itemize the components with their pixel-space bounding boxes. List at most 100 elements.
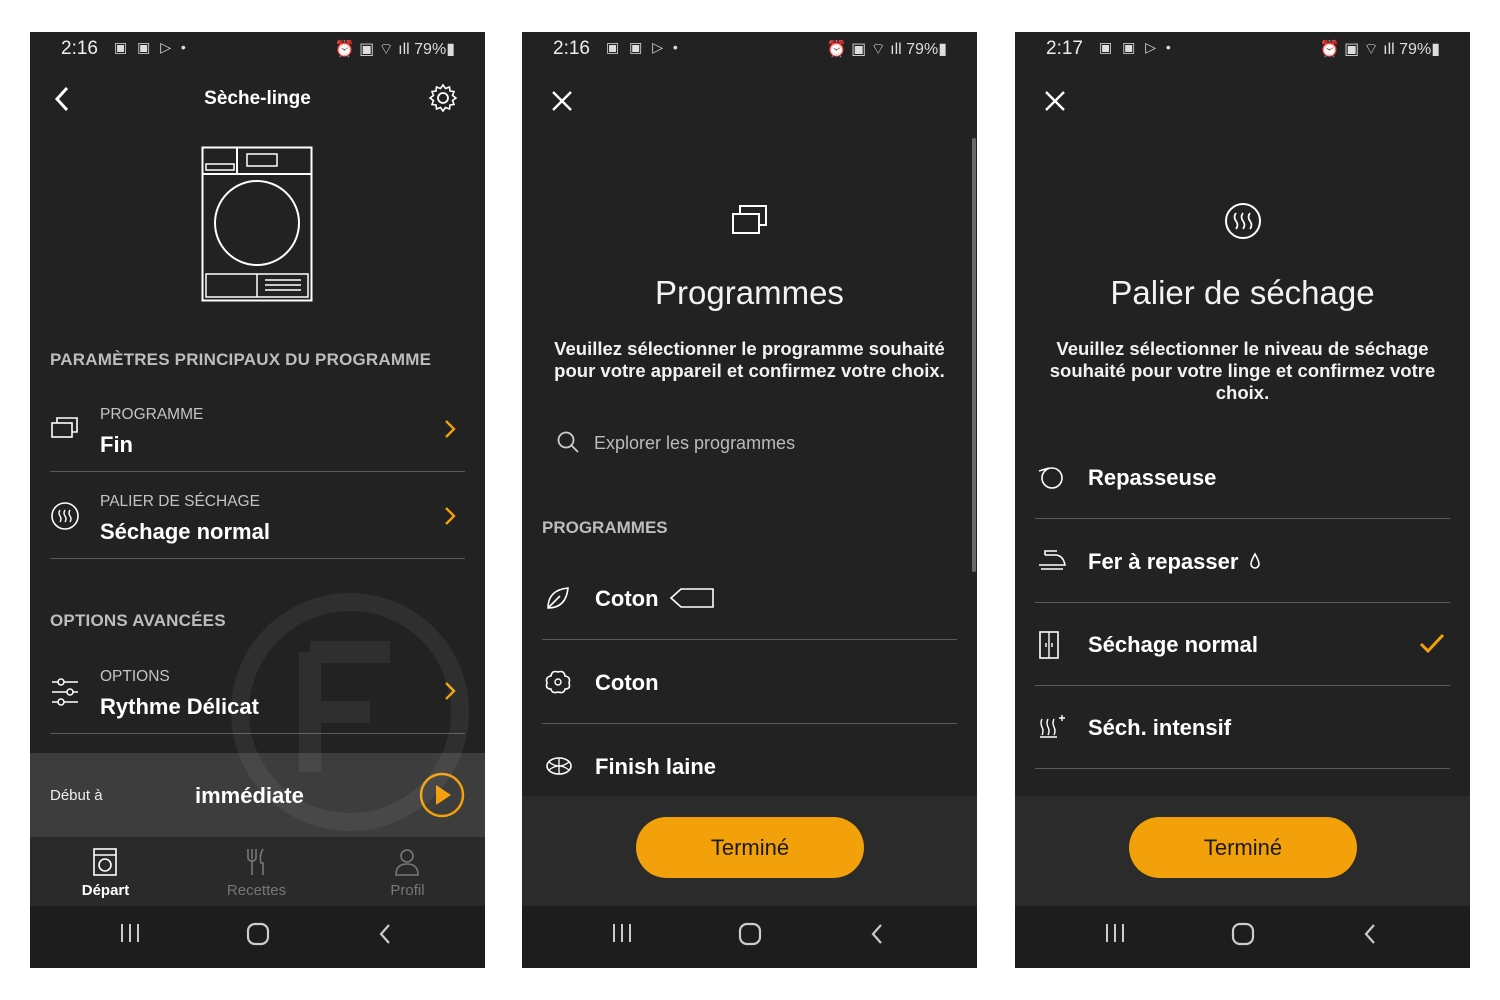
list-item-coton[interactable]: Coton bbox=[542, 640, 957, 724]
start-value[interactable]: immédiate bbox=[195, 783, 304, 809]
bottom-panel: Terminé bbox=[1015, 796, 1470, 906]
tab-depart-label: Départ bbox=[81, 882, 130, 899]
status-time: 2:16 bbox=[553, 38, 590, 59]
checkmark-icon bbox=[1419, 633, 1445, 654]
battery-level: 79% bbox=[906, 41, 939, 58]
system-nav-bar bbox=[1015, 906, 1470, 968]
status-right: ⏰ ▣ ⌔ ıll 79%▮ bbox=[826, 41, 947, 58]
programs-list-header: PROGRAMMES bbox=[542, 518, 668, 537]
status-bar: 2:16 ▣ ▣ ▷ • ⏰ ▣ ⌔ ıll 79%▮ bbox=[30, 32, 485, 66]
main-params-header: PARAMÈTRES PRINCIPAUX DU PROGRAMME bbox=[50, 350, 432, 369]
home-icon[interactable] bbox=[738, 922, 762, 946]
wardrobe-icon bbox=[1039, 631, 1059, 659]
screen-programs: 2:16 ▣ ▣ ▷ • ⏰ ▣ ⌔ ıll 79%▮ Programmes V… bbox=[522, 32, 977, 968]
drying-item-label: Séch. intensif bbox=[1088, 715, 1232, 740]
cutlery-icon bbox=[247, 848, 264, 875]
list-item-repasseuse[interactable]: Repasseuse bbox=[1035, 435, 1450, 519]
system-back-icon[interactable] bbox=[869, 922, 885, 946]
list-item-sechage-normal[interactable]: Séchage normal bbox=[1035, 602, 1450, 686]
system-nav-bar bbox=[522, 906, 977, 968]
sliders-icon bbox=[52, 678, 78, 706]
screen-dryer-overview: 2:16 ▣ ▣ ▷ • ⏰ ▣ ⌔ ıll 79%▮ Sèche-linge … bbox=[30, 32, 485, 968]
status-bar: 2:17 ▣ ▣ ▷ • ⏰ ▣ ⌔ ıll 79%▮ bbox=[1015, 32, 1470, 66]
battery-level: 79% bbox=[414, 41, 447, 58]
close-icon[interactable] bbox=[1043, 89, 1067, 113]
wool-icon bbox=[546, 757, 572, 775]
drying-level-label: PALIER DE SÉCHAGE bbox=[100, 493, 260, 510]
status-right: ⏰ ▣ ⌔ ıll 79%▮ bbox=[1319, 41, 1440, 58]
dryer-illustration-icon bbox=[201, 146, 313, 302]
home-icon[interactable] bbox=[246, 922, 270, 946]
gear-icon[interactable] bbox=[428, 83, 458, 113]
recent-apps-icon[interactable] bbox=[1104, 922, 1126, 944]
status-time: 2:17 bbox=[1046, 38, 1083, 59]
tab-profil[interactable]: Profil bbox=[332, 837, 483, 906]
battery-level: 79% bbox=[1399, 41, 1432, 58]
leaf-icon bbox=[547, 587, 569, 609]
start-bar: Début à immédiate bbox=[30, 753, 485, 837]
drying-item-label: Séchage normal bbox=[1088, 632, 1258, 657]
steam-circle-icon bbox=[51, 502, 79, 530]
status-right: ⏰ ▣ ⌔ ıll 79%▮ bbox=[334, 41, 455, 58]
eco-tag-icon bbox=[669, 588, 714, 608]
user-icon bbox=[395, 849, 419, 876]
programs-icon bbox=[51, 417, 78, 438]
ironer-icon bbox=[1038, 467, 1063, 489]
play-button[interactable] bbox=[419, 772, 465, 818]
status-time: 2:16 bbox=[61, 38, 98, 59]
cotton-flower-icon bbox=[545, 670, 571, 694]
screen-drying-level: 2:17 ▣ ▣ ▷ • ⏰ ▣ ⌔ ıll 79%▮ Palier de sé… bbox=[1015, 32, 1470, 968]
intense-steam-icon bbox=[1040, 715, 1065, 738]
close-icon[interactable] bbox=[550, 89, 574, 113]
home-icon[interactable] bbox=[1231, 922, 1255, 946]
steam-circle-icon bbox=[1225, 203, 1261, 239]
search-input[interactable] bbox=[594, 428, 924, 458]
page-title: Sèche-linge bbox=[204, 88, 311, 109]
chevron-right-icon bbox=[445, 682, 456, 700]
programs-icon bbox=[732, 205, 767, 234]
status-bar: 2:16 ▣ ▣ ▷ • ⏰ ▣ ⌔ ıll 79%▮ bbox=[522, 32, 977, 66]
chevron-right-icon bbox=[445, 420, 456, 438]
list-item-coton-eco[interactable]: Coton bbox=[542, 556, 957, 640]
program-value: Fin bbox=[100, 432, 133, 457]
drying-level-row[interactable]: PALIER DE SÉCHAGE Séchage normal bbox=[50, 475, 465, 559]
notification-icons: ▣ ▣ ▷ • bbox=[1099, 39, 1174, 55]
program-item-label: Coton bbox=[595, 670, 659, 695]
search-icon bbox=[557, 431, 579, 453]
bottom-panel: Terminé bbox=[522, 796, 977, 906]
recent-apps-icon[interactable] bbox=[611, 922, 633, 944]
drying-item-label: Fer à repasser bbox=[1088, 549, 1261, 575]
recent-apps-icon[interactable] bbox=[119, 922, 141, 944]
tab-recettes[interactable]: Recettes bbox=[181, 837, 332, 906]
scrollbar[interactable] bbox=[972, 138, 976, 572]
program-item-label: Coton bbox=[595, 586, 715, 612]
options-value: Rythme Délicat bbox=[100, 694, 259, 719]
system-back-icon[interactable] bbox=[377, 922, 393, 946]
program-label: PROGRAMME bbox=[100, 406, 204, 423]
tab-profil-label: Profil bbox=[390, 882, 425, 899]
list-item-sech-intensif[interactable]: Séch. intensif bbox=[1035, 685, 1450, 769]
search-box[interactable] bbox=[554, 428, 934, 458]
page-description: Veuillez sélectionner le programme souha… bbox=[554, 338, 945, 381]
program-row[interactable]: PROGRAMME Fin bbox=[50, 388, 465, 472]
water-drop-icon bbox=[1249, 552, 1260, 569]
done-button[interactable]: Terminé bbox=[1129, 817, 1357, 878]
notification-icons: ▣ ▣ ▷ • bbox=[606, 39, 681, 55]
page-title: Palier de séchage bbox=[1110, 274, 1375, 311]
page-title: Programmes bbox=[655, 274, 844, 311]
system-back-icon[interactable] bbox=[1362, 922, 1378, 946]
notification-icons: ▣ ▣ ▷ • bbox=[114, 39, 189, 55]
tab-depart[interactable]: Départ bbox=[30, 837, 181, 906]
program-item-label: Finish laine bbox=[595, 754, 717, 779]
list-item-fer-a-repasser[interactable]: Fer à repasser bbox=[1035, 519, 1450, 603]
drying-level-value: Séchage normal bbox=[100, 519, 270, 544]
done-button[interactable]: Terminé bbox=[636, 817, 864, 878]
start-label: Début à bbox=[50, 787, 103, 804]
system-nav-bar bbox=[30, 906, 485, 968]
tab-recettes-label: Recettes bbox=[226, 882, 287, 899]
chevron-right-icon bbox=[445, 507, 456, 525]
page-description: Veuillez sélectionner le niveau de sécha… bbox=[1049, 338, 1436, 403]
options-row[interactable]: OPTIONS Rythme Délicat bbox=[50, 650, 465, 734]
advanced-options-header: OPTIONS AVANCÉES bbox=[50, 611, 226, 630]
bottom-tab-bar: Départ Recettes Profil bbox=[30, 837, 485, 906]
